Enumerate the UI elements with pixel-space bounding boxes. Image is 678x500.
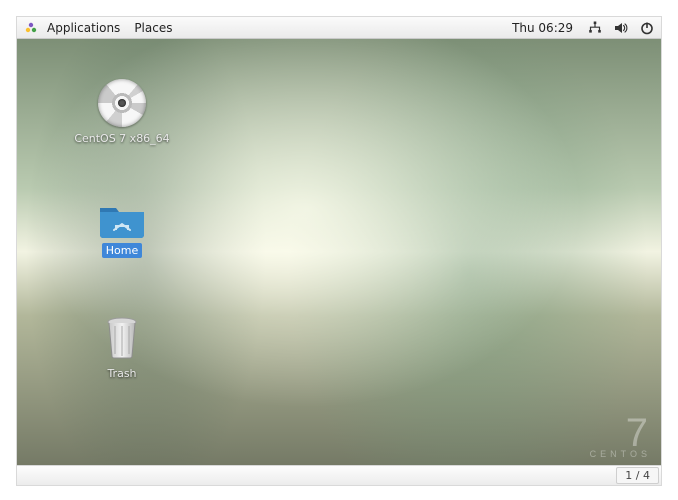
watermark-version: 7: [590, 417, 651, 449]
desktop-icon-label: CentOS 7 x86_64: [70, 131, 173, 146]
home-folder-icon: [97, 197, 147, 239]
gnome-top-panel: Applications Places Thu 06:29: [17, 17, 661, 39]
watermark-name: CENTOS: [590, 449, 651, 459]
places-menu[interactable]: Places: [128, 17, 178, 39]
applications-menu[interactable]: Applications: [41, 17, 126, 39]
image-viewer: Applications Places Thu 06:29 CentOS: [0, 0, 678, 500]
desktop-icon-label: Trash: [103, 366, 140, 381]
panel-clock[interactable]: Thu 06:29: [508, 21, 577, 35]
volume-icon[interactable]: [613, 20, 629, 36]
desktop-icon-home[interactable]: Home: [77, 197, 167, 258]
optical-disc-icon: [98, 79, 146, 127]
network-icon[interactable]: [587, 20, 603, 36]
power-icon[interactable]: [639, 20, 655, 36]
panel-left: Applications Places: [23, 17, 178, 39]
viewer-status-bar: 1 / 4: [16, 466, 662, 486]
desktop-icon-trash[interactable]: Trash: [77, 314, 167, 381]
distro-logo-icon: [23, 20, 39, 36]
remote-screen: Applications Places Thu 06:29 CentOS: [16, 16, 662, 466]
panel-right: Thu 06:29: [508, 20, 655, 36]
desktop-icon-disc[interactable]: CentOS 7 x86_64: [77, 79, 167, 146]
desktop-icon-label: Home: [102, 243, 142, 258]
distro-watermark: 7 CENTOS: [590, 417, 651, 459]
trash-icon: [102, 314, 142, 362]
page-indicator[interactable]: 1 / 4: [616, 467, 659, 484]
desktop[interactable]: CentOS 7 x86_64 Home: [17, 39, 661, 465]
